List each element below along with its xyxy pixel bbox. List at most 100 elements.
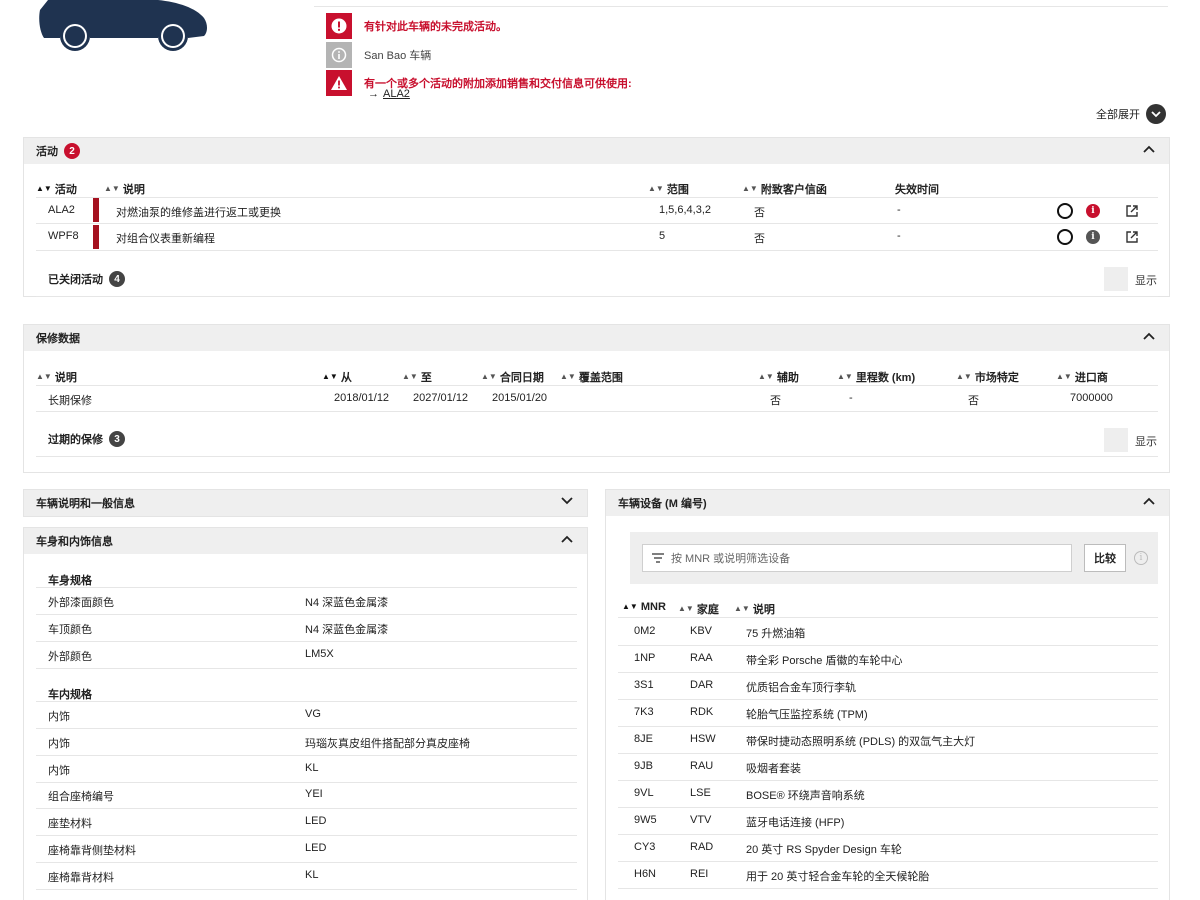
- col-header-market[interactable]: ▲▼ 市场特定: [956, 369, 1019, 385]
- campaign-code[interactable]: ALA2: [48, 204, 75, 216]
- compare-button[interactable]: 比较: [1084, 544, 1126, 572]
- campaign-scope: 1,5,6,4,3,2: [659, 204, 711, 216]
- equipment-description: 75 升燃油箱: [746, 628, 806, 640]
- equipment-panel-header[interactable]: 车辆设备 (M 编号): [606, 490, 1169, 516]
- equipment-mnr: 9VL: [634, 787, 654, 799]
- col-header-contract-date[interactable]: ▲▼ 合同日期: [481, 369, 544, 385]
- col-header-importer[interactable]: ▲▼ 进口商: [1056, 369, 1108, 385]
- show-label[interactable]: 显示: [1135, 433, 1157, 449]
- status-circle-icon[interactable]: [1057, 229, 1073, 245]
- col-header-expiry[interactable]: 失效时间: [895, 181, 939, 197]
- expand-all-button[interactable]: 全部展开: [1096, 104, 1166, 124]
- warranty-aux: 否: [770, 395, 781, 407]
- equipment-panel: 车辆设备 (M 编号) 按 MNR 或说明筛选设备 比较 i ▲▼ MNR ▲▼ 家…: [605, 489, 1170, 900]
- divider: [36, 728, 577, 729]
- expired-warranty-title[interactable]: 过期的保修 3: [48, 431, 125, 447]
- warranty-panel-header[interactable]: 保修数据: [24, 325, 1169, 351]
- sort-icon: ▲▼: [622, 602, 638, 611]
- col-header-description[interactable]: ▲▼ 说明: [734, 601, 775, 617]
- panel-title: 车辆设备 (M 编号): [618, 498, 707, 510]
- show-toggle[interactable]: [1104, 267, 1128, 291]
- equipment-family: VTV: [690, 814, 712, 826]
- divider: [36, 197, 1158, 198]
- campaign-link[interactable]: → ALA2: [368, 88, 410, 100]
- chevron-up-icon[interactable]: [1143, 332, 1155, 340]
- spec-label: 座椅靠背材料: [48, 871, 114, 884]
- chevron-down-icon[interactable]: [561, 497, 573, 505]
- divider: [36, 835, 577, 837]
- col-header-mileage[interactable]: ▲▼ 里程数 (km): [837, 369, 915, 385]
- equipment-filter-input[interactable]: 按 MNR 或说明筛选设备: [642, 544, 1072, 572]
- spec-value: KL: [305, 868, 319, 881]
- col-header-coverage[interactable]: ▲▼ 覆盖范围: [560, 369, 623, 385]
- show-toggle[interactable]: [1104, 428, 1128, 452]
- col-header-campaign[interactable]: ▲▼ 活动: [36, 181, 77, 197]
- external-link-icon[interactable]: [1125, 230, 1139, 244]
- vehicle-alerts: 有针对此车辆的未完成活动。 San Bao 车辆 有一个或多个活动的附加添加销售…: [314, 0, 1168, 108]
- panel-title: 车辆说明和一般信息: [36, 498, 135, 510]
- sort-icon: ▲▼: [648, 184, 664, 193]
- sort-icon: ▲▼: [734, 604, 750, 613]
- spec-label: 外部颜色: [48, 651, 92, 663]
- col-header-description[interactable]: ▲▼ 说明: [36, 369, 77, 385]
- chevron-up-icon[interactable]: [1143, 497, 1155, 505]
- equipment-family: RDK: [690, 706, 714, 718]
- warranty-panel: 保修数据 ▲▼ 说明 ▲▼ 从 ▲▼ 至 ▲▼ 合同日期 ▲▼ 覆盖范围 ▲▼ 辅助 ▲▼ 里…: [23, 324, 1170, 473]
- external-link-icon[interactable]: [1125, 204, 1139, 218]
- col-header-letter[interactable]: ▲▼ 附致客户信函: [742, 181, 827, 197]
- divider: [36, 385, 1158, 386]
- equipment-family: RAD: [690, 841, 714, 853]
- equipment-mnr: 3S1: [634, 679, 654, 691]
- info-icon[interactable]: i: [1086, 230, 1100, 244]
- col-header-family[interactable]: ▲▼ 家庭: [678, 601, 719, 617]
- equipment-description: 吸烟者套装: [746, 763, 801, 775]
- col-header-description[interactable]: ▲▼ 说明: [104, 181, 145, 197]
- show-label[interactable]: 显示: [1135, 272, 1157, 288]
- info-icon[interactable]: i: [1086, 204, 1100, 218]
- expired-count-badge: 3: [109, 431, 125, 447]
- equipment-description: 带保时捷动态照明系统 (PDLS) 的双氙气主大灯: [746, 736, 976, 748]
- info-icon[interactable]: i: [1134, 551, 1148, 565]
- chevron-up-icon[interactable]: [561, 535, 573, 543]
- equipment-mnr: 7K3: [634, 706, 654, 718]
- campaign-scope: 5: [659, 230, 666, 242]
- campaign-letter: 否: [754, 233, 765, 245]
- divider: [36, 296, 1158, 297]
- divider: [618, 888, 1158, 889]
- closed-campaigns-title[interactable]: 已关闭活动 4: [48, 271, 125, 287]
- campaign-code[interactable]: WPF8: [48, 230, 79, 242]
- col-header-mnr[interactable]: ▲▼ MNR: [622, 601, 666, 613]
- campaigns-panel-header[interactable]: 活动 2: [24, 138, 1169, 164]
- chevron-up-icon[interactable]: [1143, 145, 1155, 153]
- spec-label: 外部漆面颜色: [48, 597, 114, 609]
- campaign-expiry: -: [897, 204, 901, 216]
- divider: [36, 587, 577, 588]
- campaign-letter: 否: [754, 207, 765, 219]
- alert-open-campaign-text: 有针对此车辆的未完成活动。: [364, 21, 507, 33]
- sort-icon: ▲▼: [956, 372, 972, 381]
- status-circle-icon[interactable]: [1057, 203, 1073, 219]
- campaign-description: 对组合仪表重新编程: [116, 233, 215, 245]
- spec-label: 内饰: [48, 711, 70, 723]
- campaign-link-label: ALA2: [383, 88, 410, 100]
- col-header-aux[interactable]: ▲▼ 辅助: [758, 369, 799, 385]
- campaign-count-badge: 2: [64, 143, 80, 159]
- equipment-description: BOSE® 环绕声音响系统: [746, 790, 865, 802]
- divider: [36, 614, 577, 615]
- spec-label: 座垫材料: [48, 818, 92, 831]
- col-header-to[interactable]: ▲▼ 至: [402, 369, 432, 385]
- equipment-mnr: 0M2: [634, 625, 656, 637]
- divider: [618, 617, 1158, 618]
- warning-triangle-icon: [326, 70, 352, 96]
- body-interior-panel-header[interactable]: 车身和内饰信息: [24, 528, 587, 554]
- campaign-expiry: -: [897, 230, 901, 242]
- chevron-down-icon: [1146, 104, 1166, 124]
- spec-label: 内饰: [48, 764, 70, 777]
- col-header-from[interactable]: ▲▼ 从: [322, 369, 352, 385]
- spec-value: KL: [305, 761, 319, 774]
- col-header-scope[interactable]: ▲▼ 范围: [648, 181, 689, 197]
- sort-icon: ▲▼: [560, 372, 576, 381]
- vehicle-info-panel-header[interactable]: 车辆说明和一般信息: [24, 490, 587, 516]
- divider: [36, 754, 577, 756]
- equipment-family: RAU: [690, 760, 714, 772]
